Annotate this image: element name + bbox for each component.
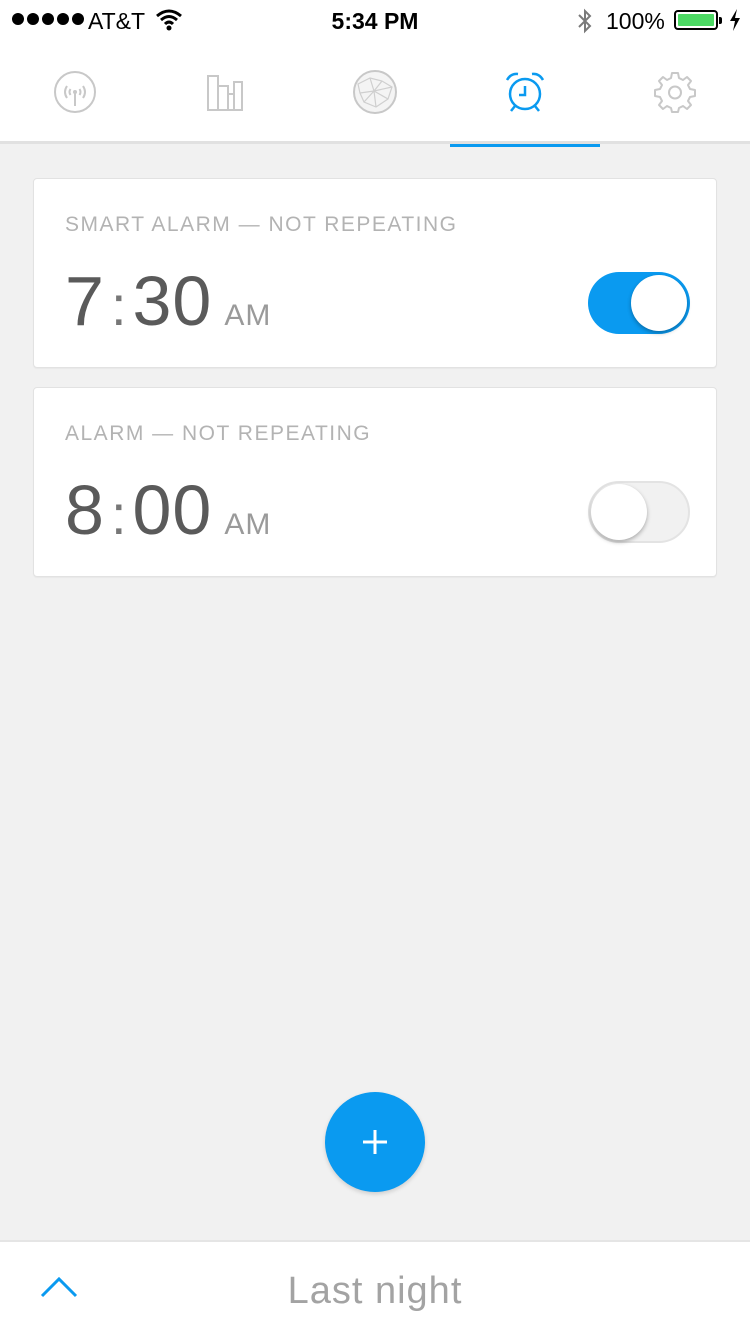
alarm-time: 8 : 00 AM bbox=[65, 470, 271, 550]
alarm-time: 7 : 30 AM bbox=[65, 261, 271, 341]
top-nav bbox=[0, 40, 750, 147]
alarm-card[interactable]: ALARM — NOT REPEATING 8 : 00 AM bbox=[33, 387, 717, 577]
charging-icon bbox=[728, 8, 742, 38]
alarm-ampm: AM bbox=[224, 508, 272, 541]
plus-icon bbox=[363, 1130, 387, 1154]
last-night-label: Last night bbox=[287, 1270, 463, 1312]
time-separator: : bbox=[110, 483, 127, 546]
time-separator: : bbox=[110, 274, 127, 337]
alarm-label: SMART ALARM — NOT REPEATING bbox=[65, 213, 458, 236]
tab-globe[interactable] bbox=[300, 40, 450, 144]
last-night-bar[interactable]: Last night bbox=[0, 1240, 750, 1334]
tab-alarm[interactable] bbox=[450, 40, 600, 147]
alarm-toggle[interactable] bbox=[588, 481, 690, 543]
bar-chart-icon bbox=[207, 75, 243, 111]
battery-percent: 100% bbox=[606, 8, 665, 34]
toggle-knob bbox=[591, 484, 647, 540]
tab-trends[interactable] bbox=[150, 40, 300, 144]
bluetooth-icon bbox=[576, 8, 594, 40]
battery-icon bbox=[674, 10, 722, 30]
alarm-toggle[interactable] bbox=[588, 272, 690, 334]
alarm-hour: 7 bbox=[65, 262, 105, 340]
globe-icon bbox=[353, 70, 397, 114]
alarm-minute: 30 bbox=[132, 262, 213, 340]
alarm-label: ALARM — NOT REPEATING bbox=[65, 422, 372, 445]
tab-settings[interactable] bbox=[600, 40, 750, 144]
alarm-minute: 00 bbox=[132, 471, 213, 549]
alarm-card[interactable]: SMART ALARM — NOT REPEATING 7 : 30 AM bbox=[33, 178, 717, 368]
status-bar: AT&T 5:34 PM 100% bbox=[0, 0, 750, 40]
gear-icon bbox=[654, 72, 696, 113]
alarm-ampm: AM bbox=[224, 299, 272, 332]
add-alarm-button[interactable] bbox=[325, 1092, 425, 1192]
toggle-knob bbox=[631, 275, 687, 331]
tab-sensor[interactable] bbox=[0, 40, 150, 144]
signal-tower-icon bbox=[54, 71, 96, 113]
alarm-hour: 8 bbox=[65, 471, 105, 549]
alarm-clock-icon bbox=[505, 72, 545, 112]
